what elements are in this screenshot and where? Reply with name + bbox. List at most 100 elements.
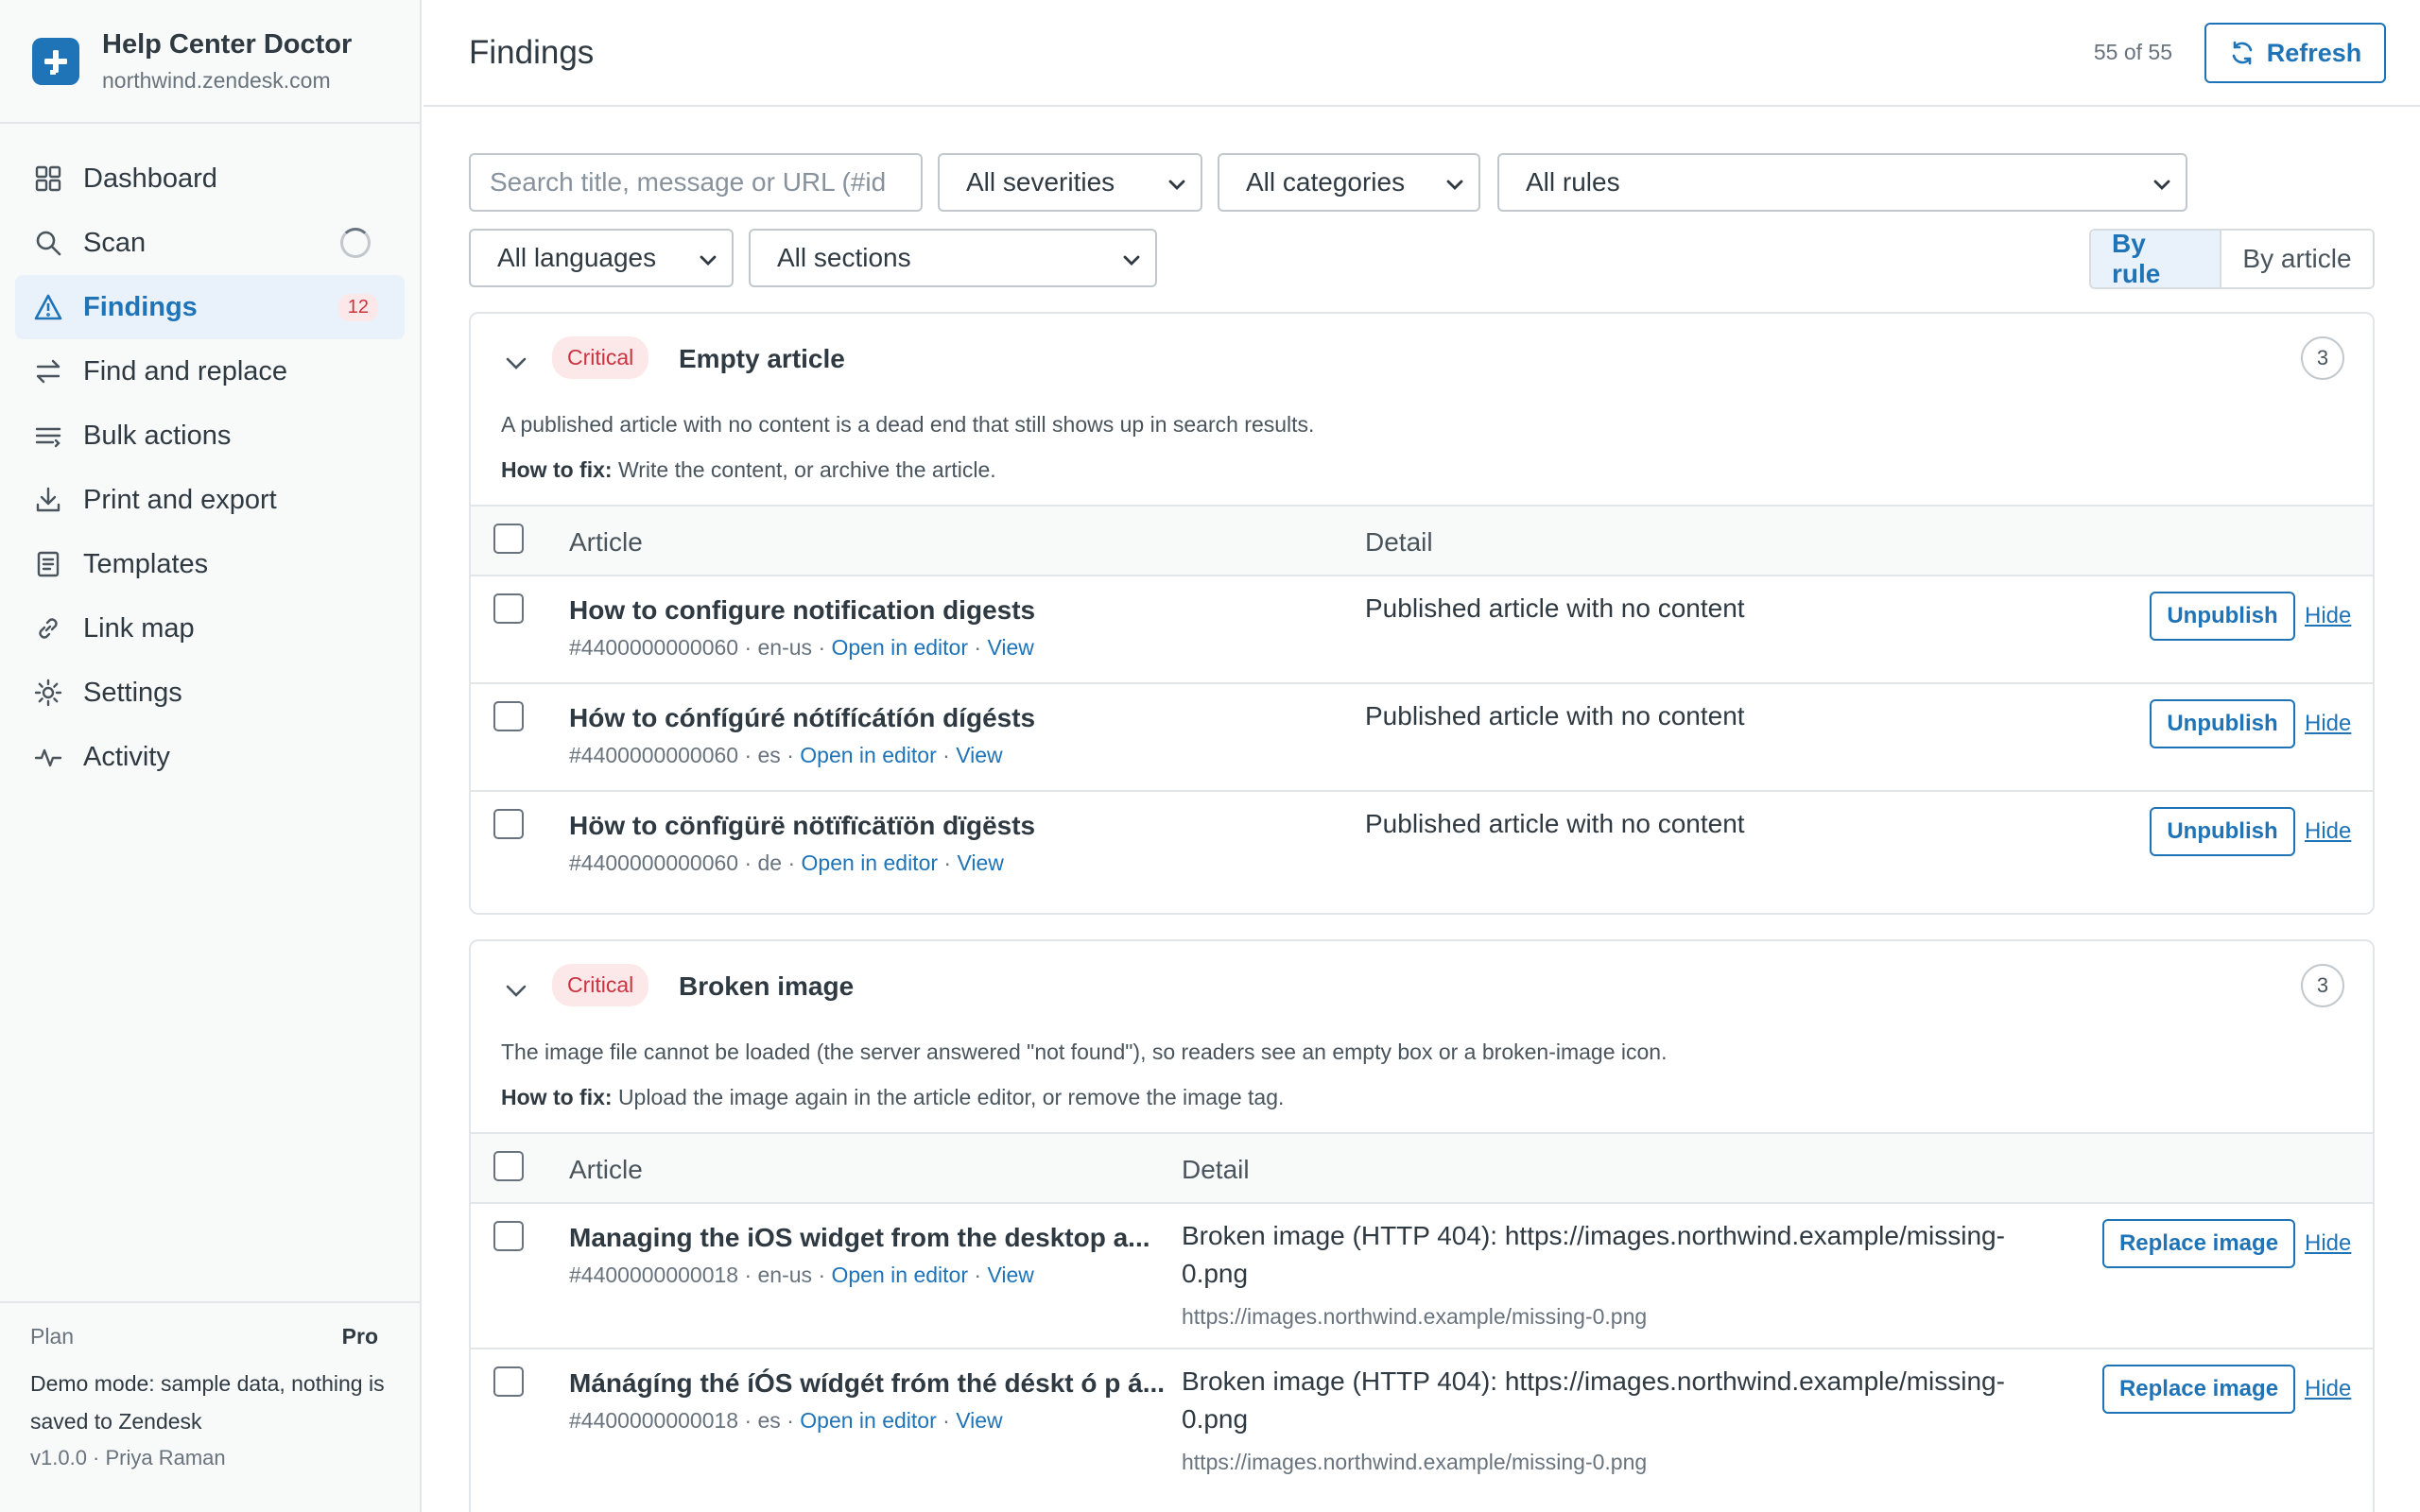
rule-title: Empty article bbox=[679, 344, 845, 373]
findings-count: 55 of 55 bbox=[2093, 40, 2172, 64]
finding-detail: Published article with no content bbox=[1365, 701, 1745, 730]
nav: Dashboard Scan Findings 12 Find and repl… bbox=[0, 124, 420, 789]
row-checkbox[interactable] bbox=[493, 701, 524, 731]
fix-text: Write the content, or archive the articl… bbox=[617, 457, 996, 482]
findings-count-badge: 12 bbox=[337, 293, 378, 321]
open-in-editor-link[interactable]: Open in editor bbox=[800, 743, 936, 767]
select-all-checkbox[interactable] bbox=[493, 524, 524, 554]
rule-fix: How to fix: Upload the image again in th… bbox=[471, 1083, 2373, 1111]
plan-label: Plan bbox=[30, 1324, 75, 1349]
view-by-article-button[interactable]: By article bbox=[2221, 231, 2373, 287]
row-checkbox[interactable] bbox=[493, 593, 524, 624]
download-icon bbox=[32, 484, 64, 516]
chevron-down-icon[interactable] bbox=[503, 350, 529, 383]
article-id-locale: #4400000000018 · en-us · bbox=[569, 1263, 832, 1287]
article-id-locale: #4400000000060 · es · bbox=[569, 743, 801, 767]
row-checkbox[interactable] bbox=[493, 1221, 524, 1251]
table-row: How to configure notification digests #4… bbox=[471, 576, 2373, 684]
fix-text: Upload the image again in the article ed… bbox=[617, 1085, 1285, 1109]
nav-item-settings[interactable]: Settings bbox=[15, 661, 405, 725]
view-link[interactable]: View bbox=[957, 850, 1003, 875]
category-select[interactable]: All categories bbox=[1218, 153, 1480, 212]
hide-link[interactable]: Hide bbox=[2305, 711, 2351, 737]
row-checkbox[interactable] bbox=[493, 1366, 524, 1397]
rule-group-header[interactable]: Critical Empty article 3 bbox=[471, 314, 2373, 410]
severity-badge: Critical bbox=[552, 336, 649, 379]
rule-fix: How to fix: Write the content, or archiv… bbox=[471, 455, 2373, 484]
article-title: Höw to cönfïgürë nötïfïcätïön dïgësts bbox=[569, 811, 1036, 840]
sidebar: Help Center Doctor northwind.zendesk.com… bbox=[0, 0, 422, 1512]
link-icon bbox=[32, 612, 64, 644]
hide-link[interactable]: Hide bbox=[2305, 1376, 2351, 1402]
nav-item-activity[interactable]: Activity bbox=[15, 725, 405, 789]
document-icon bbox=[32, 548, 64, 580]
unpublish-button[interactable]: Unpublish bbox=[2150, 699, 2295, 748]
replace-image-button[interactable]: Replace image bbox=[2102, 1365, 2295, 1414]
language-value: All languages bbox=[497, 243, 657, 272]
replace-image-button[interactable]: Replace image bbox=[2102, 1219, 2295, 1268]
hide-link[interactable]: Hide bbox=[2305, 818, 2351, 845]
table-header: Article Detail bbox=[471, 505, 2373, 576]
refresh-button[interactable]: Refresh bbox=[2204, 23, 2386, 83]
nav-item-dashboard[interactable]: Dashboard bbox=[15, 146, 405, 211]
search-input[interactable]: Search title, message or URL (#id bbox=[469, 153, 923, 212]
view-link[interactable]: View bbox=[956, 743, 1002, 767]
activity-icon bbox=[32, 741, 64, 773]
rule-group-card: Critical Empty article 3 A published art… bbox=[469, 312, 2375, 915]
severity-value: All severities bbox=[966, 167, 1115, 197]
open-in-editor-link[interactable]: Open in editor bbox=[802, 850, 938, 875]
hide-link[interactable]: Hide bbox=[2305, 1230, 2351, 1257]
view-link[interactable]: View bbox=[956, 1408, 1002, 1433]
gear-icon bbox=[32, 677, 64, 709]
view-link[interactable]: View bbox=[987, 1263, 1033, 1287]
nav-label: Activity bbox=[83, 741, 170, 772]
rule-value: All rules bbox=[1526, 167, 1620, 197]
section-select[interactable]: All sections bbox=[749, 229, 1157, 287]
finding-detail: Published article with no content bbox=[1365, 809, 1745, 838]
demo-mode-notice: Demo mode: sample data, nothing is saved… bbox=[30, 1371, 385, 1434]
rule-title: Broken image bbox=[679, 971, 855, 1001]
category-value: All categories bbox=[1246, 167, 1406, 197]
column-header-article: Article bbox=[569, 527, 643, 557]
row-checkbox[interactable] bbox=[493, 809, 524, 839]
unpublish-button[interactable]: Unpublish bbox=[2150, 592, 2295, 641]
article-meta: #4400000000060 · es · Open in editor · V… bbox=[569, 743, 1003, 767]
article-id-locale: #4400000000060 · de · bbox=[569, 850, 802, 875]
nav-item-scan[interactable]: Scan bbox=[15, 211, 405, 275]
rule-group-header[interactable]: Critical Broken image 3 bbox=[471, 941, 2373, 1038]
brand: Help Center Doctor northwind.zendesk.com bbox=[0, 0, 420, 124]
app-name: Help Center Doctor bbox=[102, 28, 353, 60]
view-toggle: By rule By article bbox=[2089, 229, 2375, 289]
column-header-detail: Detail bbox=[1182, 1155, 1250, 1184]
nav-item-print-and-export[interactable]: Print and export bbox=[15, 468, 405, 532]
nav-item-link-map[interactable]: Link map bbox=[15, 596, 405, 661]
nav-item-findings[interactable]: Findings 12 bbox=[15, 275, 405, 339]
chevron-down-icon bbox=[2152, 172, 2172, 202]
chevron-down-icon bbox=[1121, 248, 1142, 278]
rule-count-badge: 3 bbox=[2301, 964, 2344, 1007]
nav-item-find-and-replace[interactable]: Find and replace bbox=[15, 339, 405, 404]
unpublish-button[interactable]: Unpublish bbox=[2150, 807, 2295, 856]
column-header-detail: Detail bbox=[1365, 527, 1433, 557]
loading-spinner-icon bbox=[340, 228, 371, 258]
view-link[interactable]: View bbox=[987, 635, 1033, 660]
language-select[interactable]: All languages bbox=[469, 229, 734, 287]
version-info: v1.0.0 · Priya Raman bbox=[30, 1446, 226, 1469]
finding-detail: Broken image (HTTP 404): https://images.… bbox=[1182, 1366, 2005, 1434]
page-title: Findings bbox=[469, 33, 595, 71]
nav-item-bulk-actions[interactable]: Bulk actions bbox=[15, 404, 405, 468]
chevron-down-icon[interactable] bbox=[503, 977, 529, 1010]
nav-item-templates[interactable]: Templates bbox=[15, 532, 405, 596]
article-title: How to configure notification digests bbox=[569, 595, 1036, 625]
hide-link[interactable]: Hide bbox=[2305, 603, 2351, 629]
rule-select[interactable]: All rules bbox=[1497, 153, 2187, 212]
open-in-editor-link[interactable]: Open in editor bbox=[800, 1408, 936, 1433]
article-id-locale: #4400000000060 · en-us · bbox=[569, 635, 832, 660]
open-in-editor-link[interactable]: Open in editor bbox=[832, 1263, 968, 1287]
view-by-rule-button[interactable]: By rule bbox=[2091, 231, 2221, 287]
page-header: Findings 55 of 55 Refresh bbox=[424, 0, 2420, 107]
select-all-checkbox[interactable] bbox=[493, 1151, 524, 1181]
severity-select[interactable]: All severities bbox=[938, 153, 1202, 212]
open-in-editor-link[interactable]: Open in editor bbox=[832, 635, 968, 660]
chevron-down-icon bbox=[1444, 172, 1465, 202]
